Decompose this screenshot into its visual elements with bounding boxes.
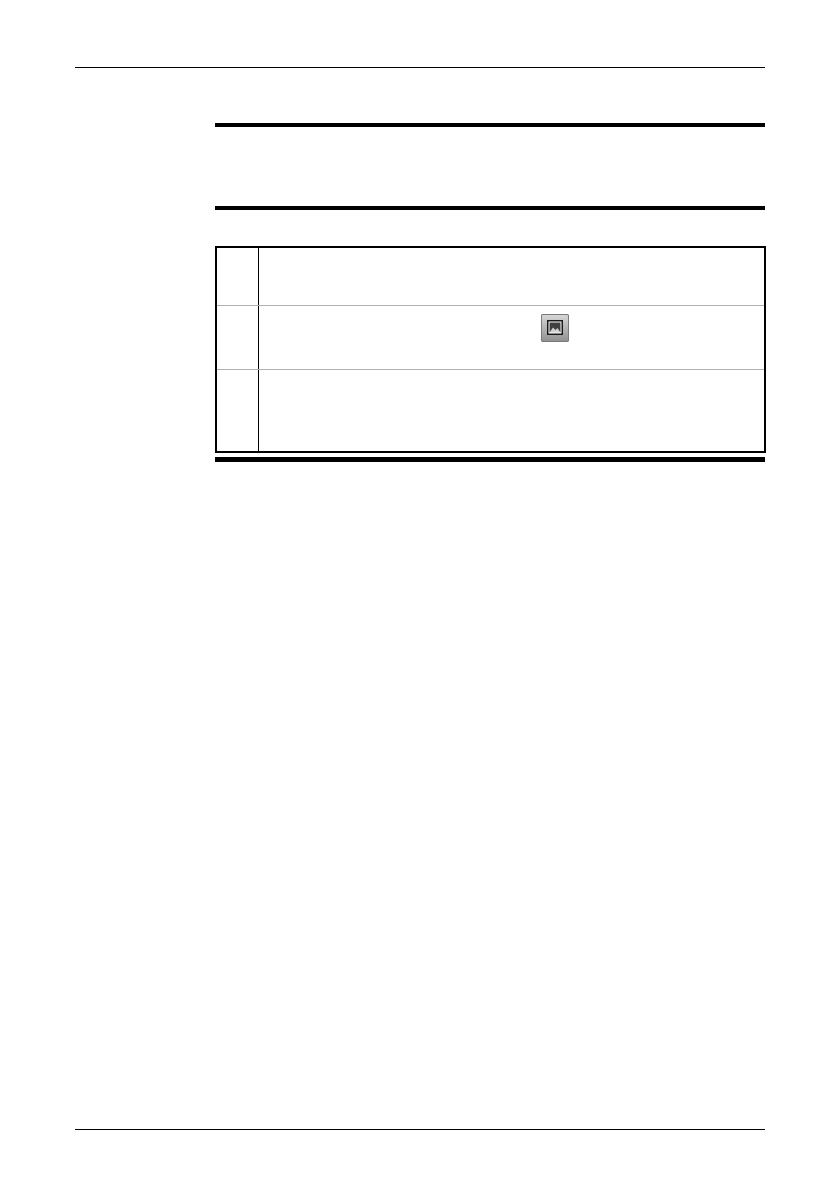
table-row xyxy=(217,369,764,452)
section-bottom-rule xyxy=(215,206,765,210)
footer-rule xyxy=(75,1129,765,1130)
section-header xyxy=(215,123,765,210)
image-gallery-button[interactable] xyxy=(541,314,569,342)
table-row xyxy=(217,305,764,369)
table-row xyxy=(217,248,764,304)
section-top-rule xyxy=(215,123,765,127)
table-bottom-rule xyxy=(215,457,765,462)
header-rule xyxy=(75,67,765,68)
procedure-table xyxy=(215,246,766,453)
image-gallery-icon xyxy=(547,320,563,335)
